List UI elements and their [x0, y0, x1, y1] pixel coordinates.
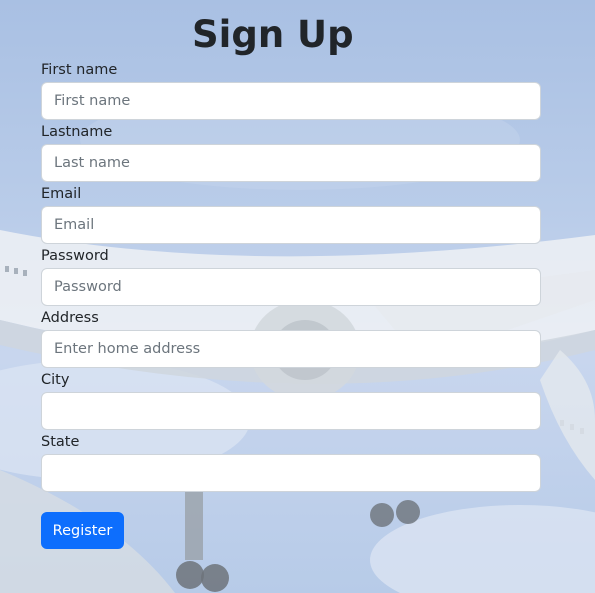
email-field-group: Email — [41, 184, 541, 246]
city-input[interactable] — [41, 392, 541, 430]
password-input[interactable] — [41, 268, 541, 306]
page-title: Sign Up — [192, 13, 354, 56]
city-label: City — [41, 372, 70, 388]
last-name-label: Lastname — [41, 124, 113, 140]
signup-form: First name Lastname Email Password Addre… — [41, 60, 541, 494]
state-field-group: State — [41, 432, 541, 494]
password-field-group: Password — [41, 246, 541, 308]
city-field-group: City — [41, 370, 541, 432]
last-name-field-group: Lastname — [41, 122, 541, 184]
last-name-input[interactable] — [41, 144, 541, 182]
address-label: Address — [41, 310, 99, 326]
first-name-input[interactable] — [41, 82, 541, 120]
signup-page: Sign Up First name Lastname Email Passwo… — [0, 0, 595, 593]
first-name-label: First name — [41, 62, 118, 78]
first-name-field-group: First name — [41, 60, 541, 122]
address-input[interactable] — [41, 330, 541, 368]
state-label: State — [41, 434, 80, 450]
email-label: Email — [41, 186, 82, 202]
password-label: Password — [41, 248, 109, 264]
state-input[interactable] — [41, 454, 541, 492]
address-field-group: Address — [41, 308, 541, 370]
register-button[interactable]: Register — [41, 512, 124, 549]
email-input[interactable] — [41, 206, 541, 244]
